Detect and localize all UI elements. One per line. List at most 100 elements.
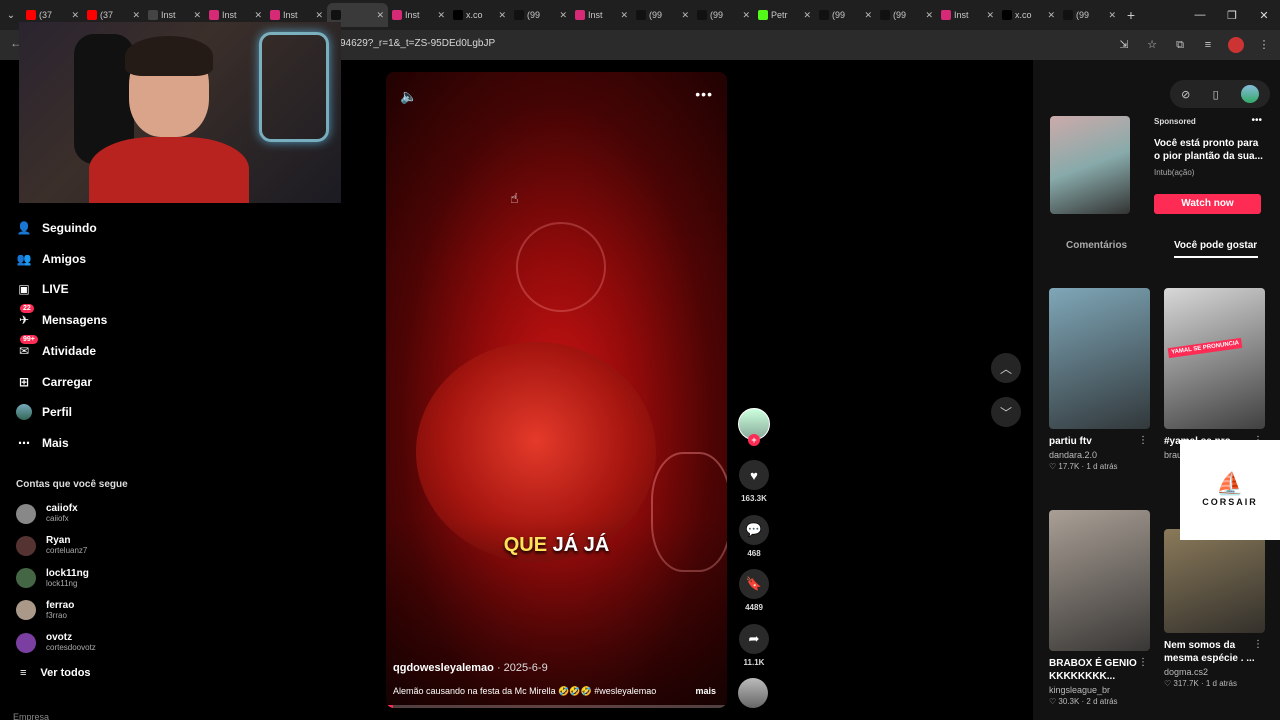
bookmark-star-icon[interactable]: ☆ xyxy=(1144,37,1160,53)
followed-account[interactable]: caiiofx caiiofx xyxy=(16,503,78,524)
browser-tab[interactable]: x.co ✕ xyxy=(449,3,510,27)
address-bar-actions: ⇲ ☆ ⧉ ≡ ⋮ xyxy=(1116,37,1272,53)
browser-tab[interactable]: (99 ✕ xyxy=(815,3,876,27)
sound-disc-avatar[interactable] xyxy=(738,678,768,708)
card-user[interactable]: dandara.2.0 xyxy=(1049,450,1150,460)
card-user[interactable]: dogma.cs2 xyxy=(1164,667,1265,677)
recommended-video-card[interactable]: ⋮ Nem somos da mesma espécie . ... dogma.c… xyxy=(1164,529,1265,688)
video-player[interactable]: 🔈 ••• ☝ QUE JÁ JÁ qgdowesleyalemao · 202… xyxy=(386,72,727,708)
video-thumbnail[interactable] xyxy=(1049,288,1150,429)
close-tab-icon[interactable]: ✕ xyxy=(620,10,628,21)
close-tab-icon[interactable]: ✕ xyxy=(742,10,750,21)
comment-icon[interactable]: 💬 xyxy=(739,515,769,545)
comment-action[interactable]: 💬 468 xyxy=(737,515,771,558)
close-tab-icon[interactable]: ✕ xyxy=(1108,10,1116,21)
install-app-icon[interactable]: ⇲ xyxy=(1116,37,1132,53)
minimize-icon[interactable]: — xyxy=(1184,9,1216,21)
sidebar-item-perfil[interactable]: Perfil xyxy=(16,404,72,421)
recommended-video-card[interactable]: ⋮ partiu ftv dandara.2.0 ♡ 17.7K · 1 d atrá… xyxy=(1049,288,1150,471)
followed-account[interactable]: lock11ng lock11ng xyxy=(16,568,89,589)
close-tab-icon[interactable]: ✕ xyxy=(559,10,567,21)
close-tab-icon[interactable]: ✕ xyxy=(315,10,323,21)
close-tab-icon[interactable]: ✕ xyxy=(437,10,445,21)
close-tab-icon[interactable]: ✕ xyxy=(803,10,811,21)
video-thumbnail[interactable] xyxy=(1164,529,1265,633)
expand-description-link[interactable]: mais xyxy=(695,686,716,696)
browser-profile-avatar[interactable] xyxy=(1228,37,1244,53)
heart-icon[interactable]: ♥ xyxy=(739,460,769,490)
close-tab-icon[interactable]: ✕ xyxy=(864,10,872,21)
card-user[interactable]: kingsleague_br xyxy=(1049,685,1150,695)
browser-tab[interactable]: x.co ✕ xyxy=(998,3,1059,27)
user-avatar[interactable] xyxy=(1240,85,1259,103)
bookmark-icon[interactable]: 🔖 xyxy=(739,569,769,599)
browser-tab[interactable]: (99 ✕ xyxy=(876,3,937,27)
tab-search-dropdown-icon[interactable]: ⌄ xyxy=(0,10,22,21)
close-tab-icon[interactable]: ✕ xyxy=(1047,10,1055,21)
video-more-options-icon[interactable]: ••• xyxy=(695,86,713,102)
extensions-icon[interactable]: ⧉ xyxy=(1172,37,1188,53)
next-video-button[interactable]: ﹀ xyxy=(991,397,1021,427)
close-tab-icon[interactable]: ✕ xyxy=(986,10,994,21)
close-tab-icon[interactable]: ✕ xyxy=(254,10,262,21)
followed-account[interactable]: ovotz cortesdoovotz xyxy=(16,632,96,653)
watch-now-button[interactable]: Watch now xyxy=(1154,194,1261,214)
close-window-icon[interactable]: ✕ xyxy=(1248,9,1280,22)
share-action[interactable]: ➦ 11.1K xyxy=(737,624,771,667)
sidebar-item-live[interactable]: ▣ LIVE xyxy=(16,281,68,297)
sidebar-item-mensagens[interactable]: ✈ 22 Mensagens xyxy=(16,304,107,328)
new-tab-button[interactable]: + xyxy=(1120,7,1142,23)
sidebar-item-mais[interactable]: ⋯ Mais xyxy=(16,435,69,451)
device-icon[interactable]: ▯ xyxy=(1213,88,1219,101)
close-tab-icon[interactable]: ✕ xyxy=(193,10,201,21)
url-text[interactable]: 94629?_r=1&_t=ZS-95DEd0LgbJP xyxy=(340,38,495,49)
browser-tab[interactable]: (99 ✕ xyxy=(510,3,571,27)
video-author[interactable]: qgdowesleyalemao · 2025-6-9 xyxy=(393,662,548,674)
tab-you-may-like[interactable]: Você pode gostar xyxy=(1174,240,1257,251)
browser-tab[interactable]: (99 ✕ xyxy=(693,3,754,27)
video-thumbnail[interactable] xyxy=(1049,510,1150,651)
browser-tab[interactable]: Inst ✕ xyxy=(571,3,632,27)
ad-options-icon[interactable]: ••• xyxy=(1251,115,1262,126)
sidebar-item-amigos[interactable]: 👥 Amigos xyxy=(16,251,87,267)
tab-comments[interactable]: Comentários xyxy=(1066,240,1127,251)
follow-plus-icon[interactable]: + xyxy=(748,434,760,446)
close-tab-icon[interactable]: ✕ xyxy=(376,10,384,21)
browser-tab[interactable]: Petr ✕ xyxy=(754,3,815,27)
browser-tab[interactable]: (99 ✕ xyxy=(1059,3,1120,27)
ad-title[interactable]: Você está pronto para o pior plantão da … xyxy=(1154,137,1266,163)
followed-account[interactable]: ferrao f3rrao xyxy=(16,600,74,621)
author-handle[interactable]: qgdowesleyalemao xyxy=(393,662,494,674)
browser-tab[interactable]: Inst ✕ xyxy=(388,3,449,27)
share-icon[interactable]: ➦ xyxy=(739,624,769,654)
sidebar-item-atividade[interactable]: ✉ 99+ Atividade xyxy=(16,334,96,359)
media-control-icon[interactable]: ≡ xyxy=(1200,37,1216,53)
browser-tab[interactable]: Inst ✕ xyxy=(937,3,998,27)
recommended-video-card[interactable]: ⋮ BRABOX É GENIO KKKKKKKK... kingsleague_b… xyxy=(1049,510,1150,706)
sidebar-item-carregar[interactable]: ⊞ Carregar xyxy=(16,374,92,390)
close-tab-icon[interactable]: ✕ xyxy=(71,10,79,21)
browser-tab[interactable]: (99 ✕ xyxy=(632,3,693,27)
maximize-icon[interactable]: ❐ xyxy=(1216,9,1248,22)
card-options-icon[interactable]: ⋮ xyxy=(1138,657,1148,668)
video-progress-bar[interactable] xyxy=(386,705,727,708)
ad-thumbnail[interactable] xyxy=(1050,116,1130,214)
previous-video-button[interactable]: ︿ xyxy=(991,353,1021,383)
compass-icon[interactable]: ⊘ xyxy=(1181,88,1190,101)
recommended-video-card[interactable]: YAMAL SE PRONUNCIA⋮#yamal se pro...brau.… xyxy=(1164,288,1265,460)
footer-company-link[interactable]: Empresa xyxy=(13,712,49,720)
card-options-icon[interactable]: ⋮ xyxy=(1253,639,1263,650)
close-tab-icon[interactable]: ✕ xyxy=(925,10,933,21)
sidebar-item-seguindo[interactable]: 👤 Seguindo xyxy=(16,220,97,236)
followed-account[interactable]: Ryan corteluanz7 xyxy=(16,535,87,556)
like-action[interactable]: ♥ 163.3K xyxy=(737,460,771,503)
close-tab-icon[interactable]: ✕ xyxy=(681,10,689,21)
close-tab-icon[interactable]: ✕ xyxy=(498,10,506,21)
volume-icon[interactable]: 🔈 xyxy=(400,88,417,105)
save-action[interactable]: 🔖 4489 xyxy=(737,569,771,612)
see-all-link[interactable]: ≡ Ver todos xyxy=(20,667,91,679)
video-thumbnail[interactable]: YAMAL SE PRONUNCIA xyxy=(1164,288,1265,429)
card-options-icon[interactable]: ⋮ xyxy=(1138,435,1148,446)
browser-menu-icon[interactable]: ⋮ xyxy=(1256,37,1272,53)
close-tab-icon[interactable]: ✕ xyxy=(132,10,140,21)
